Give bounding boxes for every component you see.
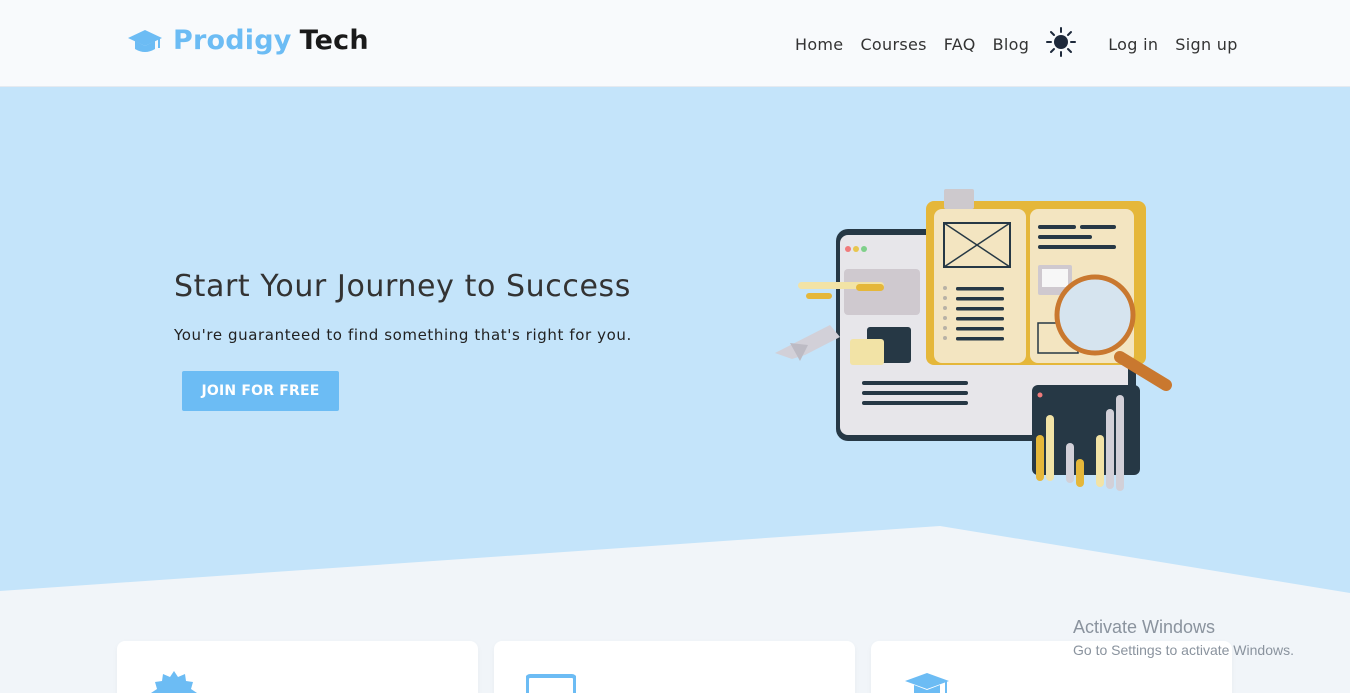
badge-icon	[151, 671, 197, 693]
logo[interactable]: Prodigy Tech	[127, 25, 369, 56]
hero-title: Start Your Journey to Success	[174, 269, 631, 304]
nav-courses-link[interactable]: Courses	[860, 35, 926, 54]
nav-login-link[interactable]: Log in	[1108, 35, 1158, 54]
logo-primary-text: Prodigy	[173, 25, 292, 56]
nav-faq-link[interactable]: FAQ	[944, 35, 976, 54]
sun-icon	[1046, 27, 1077, 57]
graduation-cap-icon	[128, 29, 162, 52]
feature-card	[117, 641, 478, 693]
nav-home-link[interactable]: Home	[795, 35, 843, 54]
hero-illustration	[775, 189, 1172, 491]
graduation-cap-icon	[905, 673, 949, 693]
main-nav: Home Courses FAQ Blog Log in Sign up	[795, 27, 1238, 58]
site-header: Prodigy Tech Home Courses FAQ Blog Log i…	[0, 0, 1350, 87]
logo-secondary-text: Tech	[299, 25, 369, 56]
nav-signup-link[interactable]: Sign up	[1175, 35, 1237, 54]
join-for-free-button[interactable]: JOIN FOR FREE	[182, 371, 339, 411]
hero-subtitle: You're guaranteed to find something that…	[174, 326, 632, 344]
nav-blog-link[interactable]: Blog	[993, 35, 1030, 54]
feature-card	[871, 641, 1232, 693]
feature-card	[494, 641, 855, 693]
monitor-icon	[526, 674, 576, 693]
theme-toggle-button[interactable]	[1045, 26, 1077, 58]
